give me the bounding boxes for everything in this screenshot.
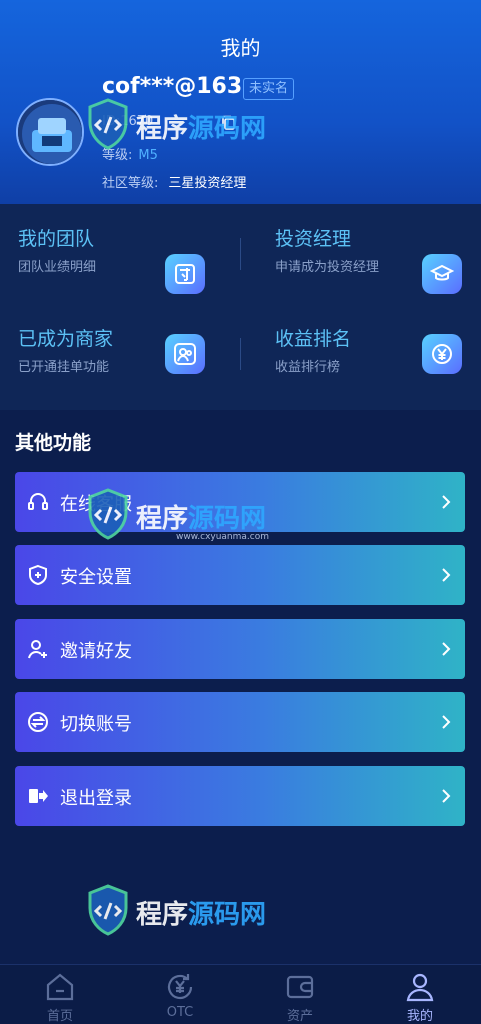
tab-assets[interactable]: 资产 [240, 965, 360, 1024]
feature-subtitle: 已开通挂单功能 [18, 360, 110, 375]
avatar[interactable] [16, 98, 84, 166]
menu-label: 退出登录 [60, 788, 132, 809]
watermark-logo-icon [88, 488, 128, 540]
chevron-right-icon [439, 784, 453, 808]
otc-icon [164, 971, 196, 1003]
bottom-tab-bar: 首页 OTC 资产 我的 [0, 964, 481, 1024]
feature-title: 已成为商家 [18, 328, 114, 350]
menu-label: 切换账号 [60, 714, 132, 735]
tab-label: OTC [166, 1005, 194, 1020]
tab-label: 资产 [286, 1009, 313, 1024]
user-icon [404, 971, 436, 1003]
chevron-right-icon [439, 563, 453, 587]
profile-header: 我的 cof***@163 未实名 ID:1670 等级: M5 社区等级: 三星投… [0, 0, 481, 204]
headset-icon [26, 490, 50, 514]
feature-grid: 我的团队 团队业绩明细 投资经理 申请成为投资经理 已成为商家 已开通挂单功能 [0, 204, 481, 410]
feature-subtitle: 团队业绩明细 [18, 260, 97, 275]
feature-title: 投资经理 [275, 228, 352, 250]
verify-badge[interactable]: 未实名 [243, 78, 295, 100]
community-level-row: 社区等级: 三星投资经理 [102, 172, 246, 191]
watermark-logo-icon [88, 98, 128, 150]
username: cof***@163 [102, 74, 243, 99]
tab-label: 我的 [406, 1009, 433, 1024]
tab-otc[interactable]: OTC [120, 965, 240, 1024]
watermark-text: 程序源码网 [136, 114, 267, 144]
switch-icon [26, 710, 50, 734]
divider [240, 338, 241, 370]
watermark-url: www.cxyuanma.com [176, 532, 270, 542]
feature-profit-ranking[interactable]: 收益排名 收益排行榜 [275, 324, 481, 404]
merchant-icon [165, 334, 205, 374]
menu-label: 邀请好友 [60, 641, 132, 662]
chevron-right-icon [439, 637, 453, 661]
watermark-logo-icon [88, 884, 128, 936]
shield-icon [26, 563, 50, 587]
section-title-other: 其他功能 [15, 432, 92, 454]
tab-mine[interactable]: 我的 [360, 965, 480, 1024]
logout-icon [26, 784, 50, 808]
graduation-cap-icon [422, 254, 462, 294]
yen-ranking-icon [422, 334, 462, 374]
feature-subtitle: 收益排行榜 [275, 360, 341, 375]
menu-label: 安全设置 [60, 567, 132, 588]
feature-my-team[interactable]: 我的团队 团队业绩明细 [18, 224, 238, 304]
feature-title: 我的团队 [18, 228, 95, 250]
home-icon [44, 971, 76, 1003]
feature-subtitle: 申请成为投资经理 [275, 260, 380, 275]
divider [240, 238, 241, 270]
add-user-icon [26, 637, 50, 661]
wallet-icon [284, 971, 316, 1003]
team-icon [165, 254, 205, 294]
menu-invite-friends[interactable]: 邀请好友 [15, 619, 465, 679]
level-value: M5 [138, 148, 158, 163]
watermark-text: 程序源码网 [136, 900, 267, 930]
community-level-label: 社区等级: [102, 176, 159, 191]
menu-security-settings[interactable]: 安全设置 [15, 545, 465, 605]
chevron-right-icon [439, 490, 453, 514]
menu-switch-account[interactable]: 切换账号 [15, 692, 465, 752]
menu-logout[interactable]: 退出登录 [15, 766, 465, 826]
watermark-text: 程序源码网 [136, 504, 267, 534]
level-label: 等级: [102, 148, 133, 163]
page-title: 我的 [220, 36, 261, 60]
tab-home[interactable]: 首页 [0, 965, 120, 1024]
tab-label: 首页 [46, 1009, 73, 1024]
chevron-right-icon [439, 710, 453, 734]
feature-title: 收益排名 [275, 328, 352, 350]
feature-merchant[interactable]: 已成为商家 已开通挂单功能 [18, 324, 238, 404]
community-level-value: 三星投资经理 [168, 176, 247, 191]
feature-investment-manager[interactable]: 投资经理 申请成为投资经理 [275, 224, 481, 304]
